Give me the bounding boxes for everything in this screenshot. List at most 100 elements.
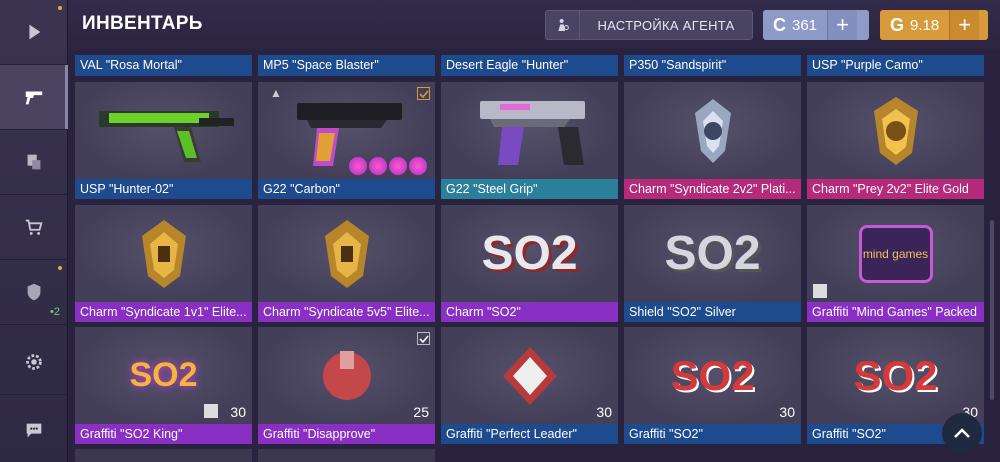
item-image: [258, 205, 435, 302]
item-image: [441, 327, 618, 424]
scroll-to-top-button[interactable]: [942, 413, 982, 453]
perfect-leader-graffiti-image: [502, 346, 557, 405]
nav-market[interactable]: [0, 195, 68, 260]
cart-icon: [25, 219, 43, 235]
inventory-card[interactable]: [75, 449, 252, 462]
credits-amount: 361: [792, 16, 818, 34]
credits-balance: C 361 +: [763, 10, 869, 40]
inventory-card[interactable]: SO2 30 Graffiti "SO2 King": [75, 327, 252, 444]
badge-count: 2: [53, 306, 60, 318]
agent-icon: [546, 11, 580, 39]
sticker-icon: [409, 157, 427, 175]
nav-chat[interactable]: [0, 397, 68, 462]
agent-settings-button[interactable]: НАСТРОЙКА АГЕНТА: [545, 10, 753, 40]
sticker-icon: [349, 157, 367, 175]
inventory-card[interactable]: USP "Purple Camo": [807, 55, 984, 76]
add-credits-button[interactable]: +: [827, 10, 858, 40]
inventory-grid: VAL "Rosa Mortal" MP5 "Space Blaster" De…: [68, 50, 1000, 462]
item-image: [258, 327, 435, 424]
disapprove-graffiti-image: [322, 350, 371, 400]
inventory-card[interactable]: [258, 449, 435, 462]
item-name: USP "Purple Camo": [807, 55, 984, 76]
gold-balance: G 9.18 +: [880, 10, 988, 40]
g22-steel-grip-image: [479, 100, 585, 165]
inventory-card[interactable]: SO2 Charm "SO2": [441, 205, 618, 322]
inventory-card[interactable]: 30 Graffiti "Perfect Leader": [441, 327, 618, 444]
top-bar: ИНВЕНТАРЬ НАСТРОЙКА АГЕНТА C 361 + G 9.1…: [68, 0, 1000, 50]
item-name: Charm "Syndicate 1v1" Elite...: [75, 302, 252, 322]
item-name: Graffiti "SO2": [624, 424, 801, 444]
sticker-icon: ▲: [270, 86, 282, 100]
item-name: Charm "Syndicate 5v5" Elite...: [258, 302, 435, 322]
credits-icon: C: [773, 14, 786, 35]
inventory-card[interactable]: Charm "Syndicate 5v5" Elite...: [258, 205, 435, 322]
so2-logo-text: SO2: [664, 227, 761, 280]
selected-checkbox[interactable]: [417, 332, 430, 345]
inventory-card[interactable]: G22 "Steel Grip": [441, 82, 618, 199]
so2-king-graffiti: SO2: [129, 356, 198, 394]
item-name: USP "Hunter-02": [75, 179, 252, 199]
gear-icon: [26, 354, 42, 370]
item-name: G22 "Carbon": [258, 179, 435, 199]
item-count: 30: [230, 404, 246, 420]
notification-dot: [58, 6, 62, 10]
item-image: [75, 82, 252, 179]
so2-graffiti: SO2: [853, 351, 938, 399]
item-name: Charm "SO2": [441, 302, 618, 322]
credits-value: C 361: [763, 10, 827, 40]
spray-can-icon: [204, 404, 218, 418]
inventory-card[interactable]: SO2 30 Graffiti "SO2": [624, 327, 801, 444]
item-name: Charm "Syndicate 2v2" Plati...: [624, 179, 801, 199]
inventory-card[interactable]: Desert Eagle "Hunter": [441, 55, 618, 76]
stack-icon: [27, 154, 41, 170]
nav-settings[interactable]: [0, 330, 68, 395]
inventory-card[interactable]: P350 "Sandspirit": [624, 55, 801, 76]
item-image: [441, 82, 618, 179]
nav-clan[interactable]: •2: [0, 260, 68, 325]
item-image: SO2: [624, 205, 801, 302]
gold-value: G 9.18: [880, 10, 949, 40]
item-image: SO2: [807, 327, 984, 424]
inventory-card[interactable]: MP5 "Space Blaster": [258, 55, 435, 76]
play-icon: [29, 24, 41, 40]
item-name: Graffiti "SO2 King": [75, 424, 252, 444]
side-nav: •2: [0, 0, 68, 462]
item-name: Graffiti "Perfect Leader": [441, 424, 618, 444]
item-name: Shield "SO2" Silver: [624, 302, 801, 322]
charm-elite-image: [141, 219, 186, 288]
item-name: G22 "Steel Grip": [441, 179, 618, 199]
inventory-card[interactable]: 25 Graffiti "Disapprove": [258, 327, 435, 444]
charm-platinum-image: [694, 98, 731, 163]
item-name: Desert Eagle "Hunter": [441, 55, 618, 76]
selected-checkbox[interactable]: [417, 87, 430, 100]
add-gold-button[interactable]: +: [949, 10, 980, 40]
charm-elite-image: [324, 219, 369, 288]
inventory-card[interactable]: ▲ G22 "Carbon": [258, 82, 435, 199]
pistol-icon: [25, 91, 43, 105]
gold-icon: G: [890, 14, 905, 35]
charm-gold-image: [873, 96, 918, 165]
nav-play[interactable]: [0, 0, 68, 65]
item-name: VAL "Rosa Mortal": [75, 55, 252, 76]
inventory-card[interactable]: Charm "Syndicate 2v2" Plati...: [624, 82, 801, 199]
item-name: Graffiti "Disapprove": [258, 424, 435, 444]
item-image: [75, 205, 252, 302]
inventory-card[interactable]: mind games Graffiti "Mind Games" Packed: [807, 205, 984, 322]
inventory-card[interactable]: VAL "Rosa Mortal": [75, 55, 252, 76]
inventory-card[interactable]: SO2 Shield "SO2" Silver: [624, 205, 801, 322]
nav-inventory[interactable]: [0, 65, 68, 130]
inventory-card[interactable]: Charm "Syndicate 1v1" Elite...: [75, 205, 252, 322]
chevron-up-icon: [954, 428, 970, 438]
page-title: ИНВЕНТАРЬ: [82, 13, 203, 34]
item-name: P350 "Sandspirit": [624, 55, 801, 76]
inventory-card[interactable]: Charm "Prey 2v2" Elite Gold: [807, 82, 984, 199]
nav-storage[interactable]: [0, 130, 68, 195]
item-image: SO2: [75, 327, 252, 424]
shield-icon: [27, 283, 41, 301]
item-count: 25: [413, 404, 429, 420]
item-image: SO2: [441, 205, 618, 302]
inventory-card[interactable]: USP "Hunter-02": [75, 82, 252, 199]
item-image: [624, 82, 801, 179]
item-count: 30: [596, 404, 612, 420]
scrollbar[interactable]: [990, 220, 994, 400]
